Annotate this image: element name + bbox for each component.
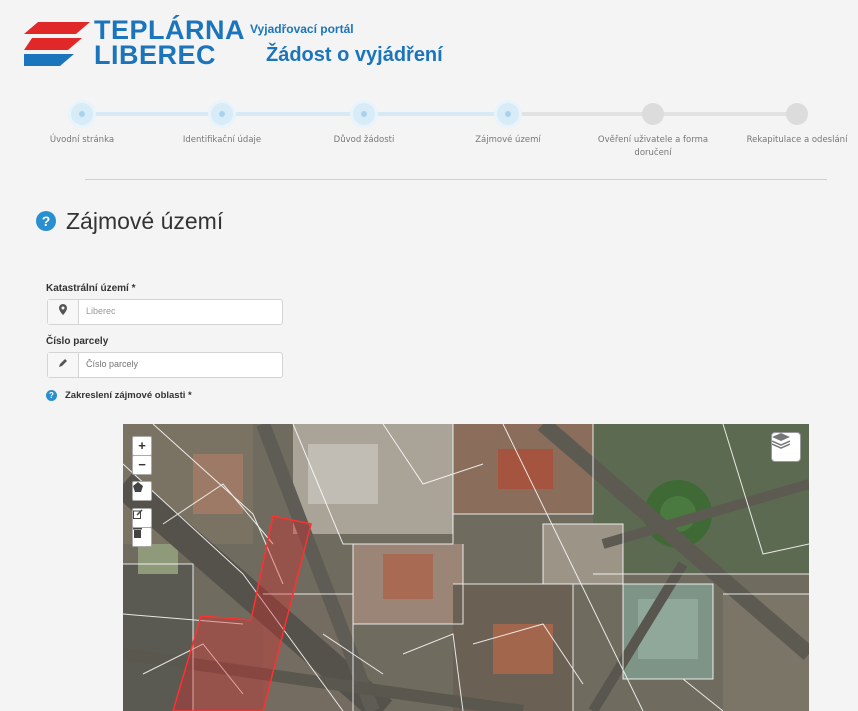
step-intro[interactable]: Úvodní stránka [12,95,152,147]
map-label-text: Zakreslení zájmové oblasti * [65,390,192,401]
map-label: ? Zakreslení zájmové oblasti * [46,390,192,401]
divider [85,179,827,180]
step-dot [642,103,664,125]
teplarna-logo[interactable]: TEPLÁRNA LIBEREC [24,17,245,76]
section-title: ? Zájmové území [36,208,223,235]
trash-icon[interactable] [132,527,152,547]
step-label: Ověření uživatele a forma doručení [597,135,709,158]
step-label: Důvod žádosti [333,135,395,145]
portal-title: Vyjadřovací portál [250,22,354,36]
parcel-input[interactable] [86,359,266,369]
step-dot [211,103,233,125]
logo-stripes-icon [24,22,90,66]
section-title-text: Zájmové území [66,208,224,234]
polygon-icon[interactable] [132,481,152,501]
step-dot [786,103,808,125]
aerial-map [123,424,809,711]
step-dot [353,103,375,125]
step-label: Zájmové území [475,135,541,145]
cadastral-label: Katastrální území * [46,283,136,294]
step-dot [71,103,93,125]
page-heading: Žádost o vyjádření [266,44,443,66]
parcel-label: Číslo parcely [46,336,109,347]
pencil-icon [48,353,79,377]
map-marker-icon [48,300,79,324]
step-identification[interactable]: Identifikační údaje [152,95,292,147]
question-circle-icon[interactable]: ? [36,211,56,231]
zoom-in-button[interactable]: + [132,436,152,456]
map-canvas[interactable]: + − [123,424,809,711]
step-label: Úvodní stránka [49,135,115,145]
question-circle-icon[interactable]: ? [46,390,57,401]
step-area[interactable]: Zájmové území [438,95,578,147]
parcel-field[interactable] [47,352,283,378]
progress-steps: Úvodní stránka Identifikační údaje Důvod… [0,95,858,175]
logo-text: TEPLÁRNA LIBEREC [94,17,245,70]
cadastral-input[interactable] [86,306,266,316]
step-summary: Rekapitulace a odeslání [727,95,858,147]
layers-icon[interactable] [771,432,801,462]
step-label: Rekapitulace a odeslání [746,135,848,145]
cadastral-field[interactable] [47,299,283,325]
edit-icon[interactable] [132,508,152,528]
step-label: Identifikační údaje [182,135,262,145]
logo-line2: LIBEREC [94,40,217,70]
header: TEPLÁRNA LIBEREC Vyjadřovací portál Žádo… [0,0,858,88]
step-reason[interactable]: Důvod žádosti [294,95,434,147]
step-dot [497,103,519,125]
zoom-out-button[interactable]: − [132,455,152,475]
step-verification: Ověření uživatele a forma doručení [583,95,723,160]
